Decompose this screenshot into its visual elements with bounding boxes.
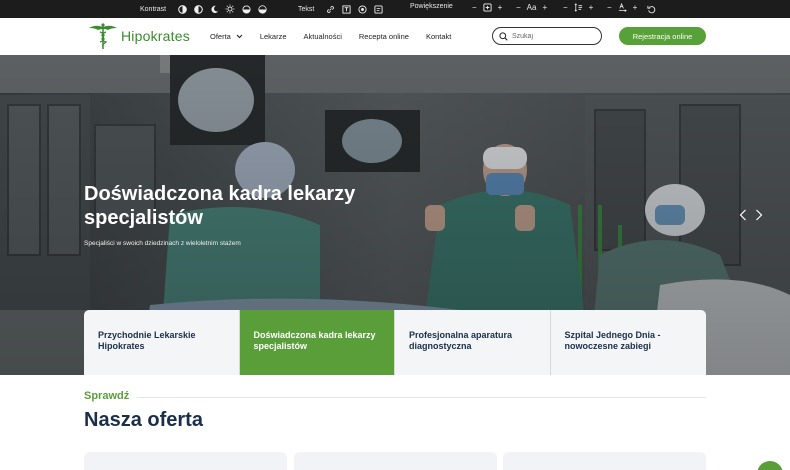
contrast-high-icon[interactable]: [176, 3, 188, 15]
tab-szpital-jednego-dnia[interactable]: Szpital Jednego Dnia - nowoczesne zabieg…: [550, 310, 706, 375]
text-settings-icon[interactable]: [372, 3, 384, 15]
font-size-minus-button[interactable]: −: [516, 3, 521, 12]
section-title: Nasza oferta: [84, 409, 203, 431]
contrast-label: Kontrast: [140, 5, 167, 13]
text-label: Tekst: [298, 5, 315, 13]
scroll-top-button[interactable]: [757, 461, 783, 470]
nav-item-oferta[interactable]: Oferta: [210, 32, 243, 41]
hero-tabs: Przychodnie Lekarskie Hipokrates Doświad…: [84, 310, 706, 375]
letter-spacing-minus-button[interactable]: −: [607, 3, 612, 12]
site-header: Hipokrates Oferta Lekarze Aktualności Re…: [0, 18, 790, 55]
line-height-minus-button[interactable]: −: [563, 3, 568, 12]
font-size-control: − Aa +: [513, 3, 550, 12]
main-navigation: Oferta Lekarze Aktualności Recepta onlin…: [210, 18, 468, 55]
nav-item-kontakt[interactable]: Kontakt: [426, 32, 451, 41]
reset-icon[interactable]: [645, 3, 657, 15]
accessibility-toolbar: Kontrast Tekst Powiększenie − + − Aa + −…: [0, 0, 790, 18]
zoom-icon: [483, 3, 492, 12]
nav-item-lekarze[interactable]: Lekarze: [260, 32, 287, 41]
search-box[interactable]: [492, 27, 602, 45]
offer-card[interactable]: [84, 452, 287, 470]
zoom-control: − +: [469, 3, 505, 12]
section-kicker: Sprawdź: [84, 390, 130, 402]
letter-spacing-plus-button[interactable]: +: [633, 3, 638, 12]
offer-card[interactable]: [503, 452, 706, 470]
chevron-right-icon: [756, 209, 763, 221]
font-size-plus-button[interactable]: +: [542, 3, 547, 12]
grayscale-icon[interactable]: [240, 3, 252, 15]
zoom-minus-button[interactable]: −: [472, 3, 477, 12]
logo-text: Hipokrates: [121, 28, 190, 44]
line-height-plus-button[interactable]: +: [589, 3, 594, 12]
saturation-icon[interactable]: [256, 3, 268, 15]
dark-mode-icon[interactable]: [208, 3, 220, 15]
tab-aparatura[interactable]: Profesjonalna aparatura diagnostyczna: [395, 310, 551, 375]
contrast-invert-icon[interactable]: [192, 3, 204, 15]
divider: [137, 397, 706, 398]
line-height-control: − +: [560, 3, 596, 12]
hero-title: Doświadczona kadra lekarzy specjalistów: [84, 183, 356, 229]
light-mode-icon[interactable]: [224, 3, 236, 15]
hero-subtitle: Specjaliści w swoich dziedzinach z wielo…: [84, 240, 241, 247]
search-input[interactable]: [512, 32, 596, 40]
nav-item-label: Oferta: [210, 32, 231, 41]
text-reader-icon[interactable]: [356, 3, 368, 15]
link-highlight-icon[interactable]: [324, 3, 336, 15]
nav-item-aktualnosci[interactable]: Aktualności: [304, 32, 342, 41]
register-online-button[interactable]: Rejestracja online: [619, 27, 706, 45]
readable-font-icon[interactable]: [340, 3, 352, 15]
caduceus-icon: [89, 23, 117, 49]
letter-spacing-control: − +: [604, 3, 640, 12]
chevron-down-icon: [236, 34, 243, 39]
chevron-left-icon: [739, 209, 746, 221]
line-height-icon: [574, 3, 583, 12]
zoom-plus-button[interactable]: +: [498, 3, 503, 12]
search-icon: [499, 31, 508, 41]
logo[interactable]: Hipokrates: [88, 22, 190, 50]
slider-next-button[interactable]: [753, 207, 765, 223]
offer-card[interactable]: [294, 452, 497, 470]
slider-prev-button[interactable]: [737, 207, 749, 223]
font-size-label: Aa: [526, 3, 537, 12]
nav-item-recepta-online[interactable]: Recepta online: [359, 32, 409, 41]
zoom-label: Powiększenie: [410, 3, 453, 10]
letter-spacing-icon: [618, 3, 627, 12]
tab-kadra-lekarzy[interactable]: Doświadczona kadra lekarzy specjalistów: [239, 310, 395, 375]
tab-przychodnie[interactable]: Przychodnie Lekarskie Hipokrates: [84, 310, 240, 375]
